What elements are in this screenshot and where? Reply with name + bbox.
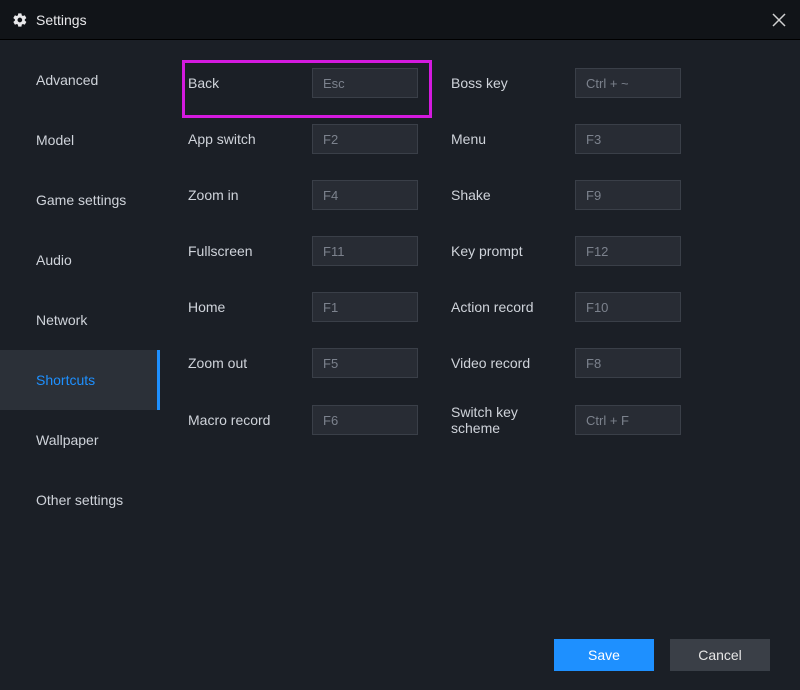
- sidebar-item-label: Advanced: [36, 72, 98, 88]
- sidebar-item-other-settings[interactable]: Other settings: [0, 470, 160, 530]
- shortcut-input-fullscreen[interactable]: [312, 236, 418, 266]
- sidebar-item-label: Wallpaper: [36, 432, 99, 448]
- shortcut-label-home: Home: [188, 299, 298, 315]
- shortcut-label-shake: Shake: [451, 187, 561, 203]
- shortcut-input-zoom-out[interactable]: [312, 348, 418, 378]
- gear-icon: [12, 12, 28, 28]
- shortcut-input-action-record[interactable]: [575, 292, 681, 322]
- shortcut-label-boss-key: Boss key: [451, 75, 561, 91]
- sidebar-item-label: Game settings: [36, 192, 126, 208]
- shortcut-label-fullscreen: Fullscreen: [188, 243, 298, 259]
- shortcut-label-app-switch: App switch: [188, 131, 298, 147]
- shortcut-input-switch-scheme[interactable]: [575, 405, 681, 435]
- shortcut-input-key-prompt[interactable]: [575, 236, 681, 266]
- shortcut-label-video-record: Video record: [451, 355, 561, 371]
- sidebar-item-game-settings[interactable]: Game settings: [0, 170, 160, 230]
- shortcut-label-action-record: Action record: [451, 299, 561, 315]
- sidebar-item-wallpaper[interactable]: Wallpaper: [0, 410, 160, 470]
- sidebar-item-label: Network: [36, 312, 87, 328]
- sidebar-item-label: Other settings: [36, 492, 123, 508]
- save-button[interactable]: Save: [554, 639, 654, 671]
- footer: Save Cancel: [0, 620, 800, 690]
- sidebar-item-label: Model: [36, 132, 74, 148]
- sidebar-item-shortcuts[interactable]: Shortcuts: [0, 350, 160, 410]
- shortcuts-panel: Back Boss key App switch Menu Zoom in Sh…: [160, 40, 705, 456]
- titlebar: Settings: [0, 0, 800, 40]
- shortcut-label-back: Back: [188, 75, 298, 91]
- sidebar-item-model[interactable]: Model: [0, 110, 160, 170]
- sidebar-item-label: Shortcuts: [36, 372, 95, 388]
- shortcut-label-switch-scheme: Switch key scheme: [451, 404, 561, 436]
- sidebar-item-network[interactable]: Network: [0, 290, 160, 350]
- shortcut-input-back[interactable]: [312, 68, 418, 98]
- shortcut-label-zoom-out: Zoom out: [188, 355, 298, 371]
- shortcut-input-zoom-in[interactable]: [312, 180, 418, 210]
- shortcut-label-macro-record: Macro record: [188, 412, 298, 428]
- shortcut-label-menu: Menu: [451, 131, 561, 147]
- close-icon[interactable]: [770, 11, 788, 29]
- shortcut-input-shake[interactable]: [575, 180, 681, 210]
- shortcut-input-macro-record[interactable]: [312, 405, 418, 435]
- window-title: Settings: [36, 12, 87, 28]
- sidebar: Advanced Model Game settings Audio Netwo…: [0, 40, 160, 620]
- shortcut-label-zoom-in: Zoom in: [188, 187, 298, 203]
- shortcut-input-video-record[interactable]: [575, 348, 681, 378]
- sidebar-item-label: Audio: [36, 252, 72, 268]
- sidebar-item-audio[interactable]: Audio: [0, 230, 160, 290]
- shortcut-input-app-switch[interactable]: [312, 124, 418, 154]
- sidebar-item-advanced[interactable]: Advanced: [0, 50, 160, 110]
- shortcut-input-boss-key[interactable]: [575, 68, 681, 98]
- shortcut-label-key-prompt: Key prompt: [451, 243, 561, 259]
- cancel-button[interactable]: Cancel: [670, 639, 770, 671]
- shortcut-input-menu[interactable]: [575, 124, 681, 154]
- shortcut-input-home[interactable]: [312, 292, 418, 322]
